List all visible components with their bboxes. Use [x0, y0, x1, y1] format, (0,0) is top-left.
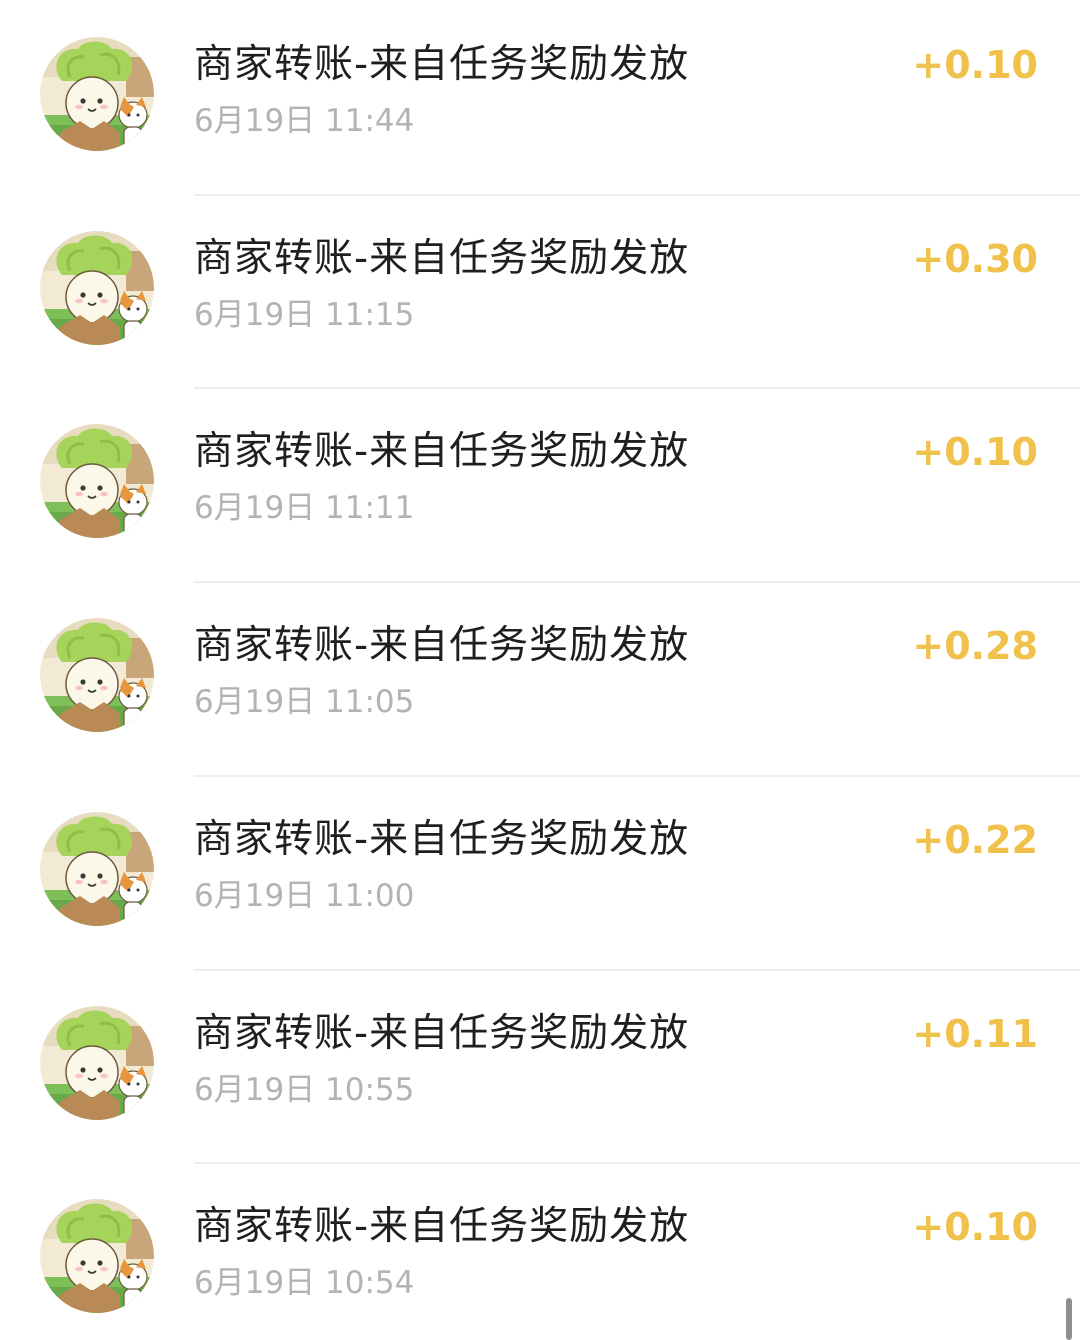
transaction-time: 6月19日 11:00: [194, 878, 415, 914]
transaction-amount: +0.10: [912, 43, 1038, 87]
transaction-amount: +0.30: [912, 237, 1038, 281]
transaction-title: 商家转账-来自任务奖励发放: [194, 429, 690, 474]
transaction-row[interactable]: 商家转账-来自任务奖励发放 6月19日 11:15 +0.30: [0, 194, 1080, 388]
transaction-amount: +0.10: [912, 1205, 1038, 1249]
transaction-title: 商家转账-来自任务奖励发放: [194, 1011, 690, 1056]
transaction-row[interactable]: 商家转账-来自任务奖励发放 6月19日 11:05 +0.28: [0, 581, 1080, 775]
merchant-avatar: [40, 231, 154, 345]
row-divider: [194, 194, 1080, 196]
transaction-time: 6月19日 11:11: [194, 490, 415, 526]
row-divider: [194, 387, 1080, 389]
transaction-time: 6月19日 10:55: [194, 1072, 415, 1108]
transaction-time: 6月19日 11:05: [194, 684, 415, 720]
transaction-time: 6月19日 10:54: [194, 1265, 415, 1301]
row-divider: [194, 775, 1080, 777]
scrollbar[interactable]: [1066, 1298, 1072, 1340]
transaction-amount: +0.11: [912, 1012, 1038, 1056]
merchant-avatar: [40, 37, 154, 151]
transaction-row[interactable]: 商家转账-来自任务奖励发放 6月19日 11:00 +0.22: [0, 775, 1080, 969]
merchant-avatar: [40, 618, 154, 732]
merchant-avatar: [40, 1006, 154, 1120]
transaction-title: 商家转账-来自任务奖励发放: [194, 623, 690, 668]
merchant-avatar: [40, 1199, 154, 1313]
transaction-amount: +0.28: [912, 624, 1038, 668]
transaction-title: 商家转账-来自任务奖励发放: [194, 1204, 690, 1249]
merchant-avatar: [40, 424, 154, 538]
transaction-row[interactable]: 商家转账-来自任务奖励发放 6月19日 11:44 +0.10: [0, 0, 1080, 194]
transaction-time: 6月19日 11:44: [194, 103, 415, 139]
row-divider: [194, 581, 1080, 583]
transaction-time: 6月19日 11:15: [194, 297, 415, 333]
transaction-amount: +0.10: [912, 430, 1038, 474]
merchant-avatar: [40, 812, 154, 926]
transaction-list: 商家转账-来自任务奖励发放 6月19日 11:44 +0.10 商家转账-来自任…: [0, 0, 1080, 1340]
row-divider: [194, 969, 1080, 971]
transaction-amount: +0.22: [912, 818, 1038, 862]
transaction-title: 商家转账-来自任务奖励发放: [194, 817, 690, 862]
row-divider: [194, 1162, 1080, 1164]
transaction-title: 商家转账-来自任务奖励发放: [194, 42, 690, 87]
transaction-row[interactable]: 商家转账-来自任务奖励发放 6月19日 11:11 +0.10: [0, 387, 1080, 581]
transaction-row[interactable]: 商家转账-来自任务奖励发放 6月19日 10:55 +0.11: [0, 969, 1080, 1163]
transaction-title: 商家转账-来自任务奖励发放: [194, 236, 690, 281]
transaction-row[interactable]: 商家转账-来自任务奖励发放 6月19日 10:54 +0.10: [0, 1162, 1080, 1340]
